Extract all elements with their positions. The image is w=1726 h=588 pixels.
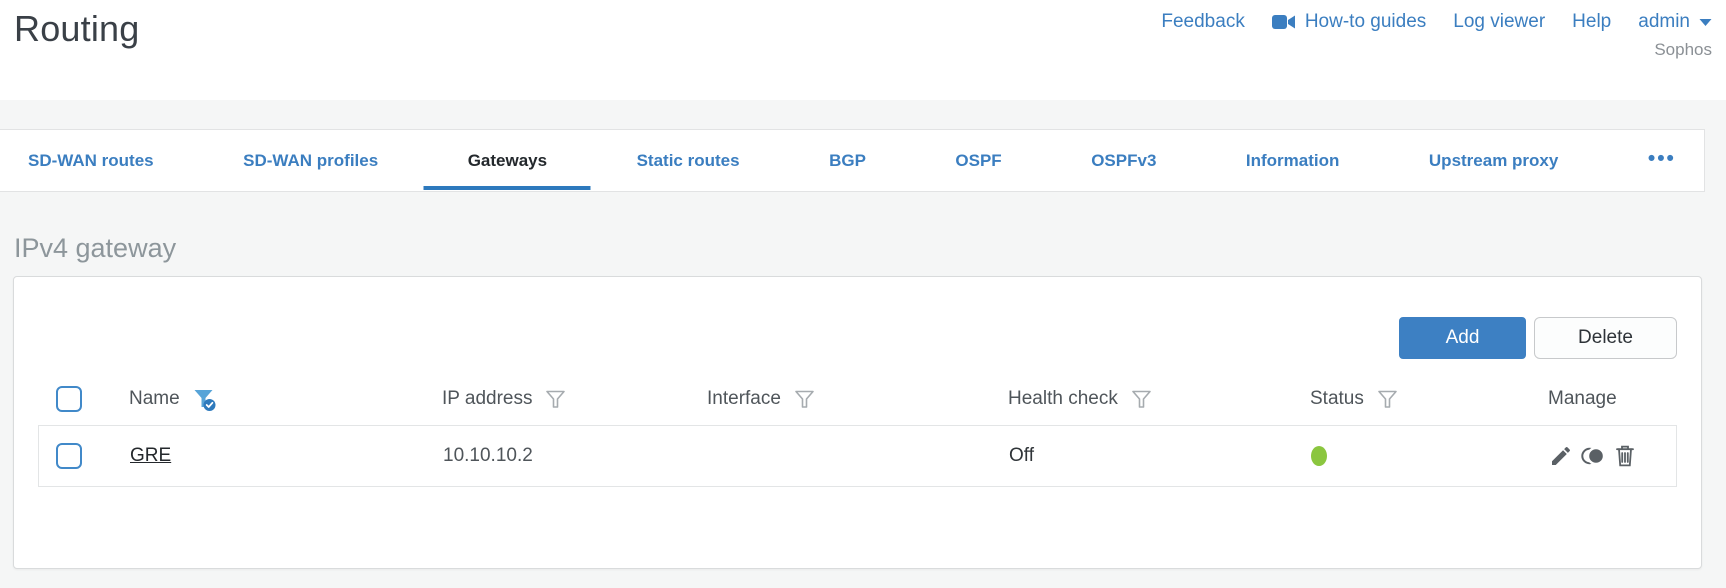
routing-page: Routing Feedback How-to guides Log viewe…: [0, 0, 1726, 569]
brand-label: Sophos: [1654, 40, 1712, 59]
header-checkbox-cell: [38, 386, 129, 412]
column-label-health-check: Health check: [1008, 388, 1118, 409]
table-row: GRE 10.10.10.2 Off: [38, 425, 1677, 487]
section-title: IPv4 gateway: [14, 233, 177, 263]
filter-active-icon[interactable]: [192, 387, 218, 412]
column-label-status: Status: [1310, 388, 1364, 409]
edit-icon[interactable]: [1549, 444, 1573, 468]
how-to-guides-label: How-to guides: [1304, 11, 1427, 32]
tab-gateways[interactable]: Gateways: [468, 130, 547, 191]
delete-icon[interactable]: [1614, 444, 1636, 468]
tab-bar: SD-WAN routes SD-WAN profiles Gateways S…: [0, 129, 1705, 192]
status-dot: [1311, 446, 1327, 466]
delete-button[interactable]: Delete: [1534, 317, 1677, 359]
column-header-interface: Interface: [707, 388, 1008, 411]
row-checkbox-cell: [39, 443, 130, 469]
table-header: Name IP address Interface Health check S…: [38, 373, 1677, 425]
column-label-ip-address: IP address: [442, 388, 533, 409]
tab-sd-wan-routes[interactable]: SD-WAN routes: [28, 130, 154, 191]
deactivate-icon[interactable]: [1580, 444, 1607, 468]
column-header-status: Status: [1310, 388, 1548, 411]
column-label-manage: Manage: [1548, 388, 1617, 409]
status-cell: [1311, 446, 1549, 466]
column-label-name: Name: [129, 388, 180, 409]
tab-upstream-proxy[interactable]: Upstream proxy: [1429, 130, 1558, 191]
column-header-name: Name: [129, 387, 442, 412]
filter-icon[interactable]: [793, 388, 816, 411]
log-viewer-link[interactable]: Log viewer: [1453, 11, 1545, 33]
admin-menu-label: admin: [1638, 11, 1690, 32]
tab-ospfv3[interactable]: OSPFv3: [1091, 130, 1156, 191]
page-header: Routing Feedback How-to guides Log viewe…: [0, 0, 1726, 100]
name-cell: GRE: [130, 445, 443, 467]
admin-menu[interactable]: admin: [1638, 11, 1712, 33]
filter-icon[interactable]: [1376, 388, 1399, 411]
gateway-panel: Add Delete Name IP address Interface Hea…: [13, 276, 1702, 569]
help-link[interactable]: Help: [1572, 11, 1611, 33]
column-header-health-check: Health check: [1008, 388, 1310, 411]
page-title: Routing: [14, 8, 140, 49]
tab-information[interactable]: Information: [1246, 130, 1340, 191]
column-label-interface: Interface: [707, 388, 781, 409]
add-button[interactable]: Add: [1399, 317, 1526, 359]
health-check-cell: Off: [1009, 445, 1034, 466]
feedback-link[interactable]: Feedback: [1161, 11, 1244, 33]
gateway-name-link[interactable]: GRE: [130, 445, 171, 467]
filter-icon[interactable]: [1130, 388, 1153, 411]
manage-cell: [1549, 444, 1676, 468]
tab-more-ellipsis[interactable]: •••: [1648, 130, 1676, 191]
toolbar: Add Delete: [38, 277, 1677, 359]
chevron-down-icon: [1699, 18, 1712, 27]
top-links: Feedback How-to guides Log viewer Help a…: [1161, 11, 1712, 33]
filter-icon[interactable]: [544, 388, 567, 411]
ip-address-cell: 10.10.10.2: [443, 445, 533, 466]
video-camera-icon: [1271, 14, 1296, 30]
column-header-ip-address: IP address: [442, 388, 707, 411]
topbar-right: Feedback How-to guides Log viewer Help a…: [1161, 8, 1712, 60]
select-all-checkbox[interactable]: [56, 386, 82, 412]
tab-bgp[interactable]: BGP: [829, 130, 866, 191]
tab-static-routes[interactable]: Static routes: [637, 130, 740, 191]
column-header-manage: Manage: [1548, 388, 1677, 410]
row-checkbox[interactable]: [56, 443, 82, 469]
tab-sd-wan-profiles[interactable]: SD-WAN profiles: [243, 130, 378, 191]
tab-ospf[interactable]: OSPF: [955, 130, 1001, 191]
how-to-guides-link[interactable]: How-to guides: [1271, 11, 1427, 33]
